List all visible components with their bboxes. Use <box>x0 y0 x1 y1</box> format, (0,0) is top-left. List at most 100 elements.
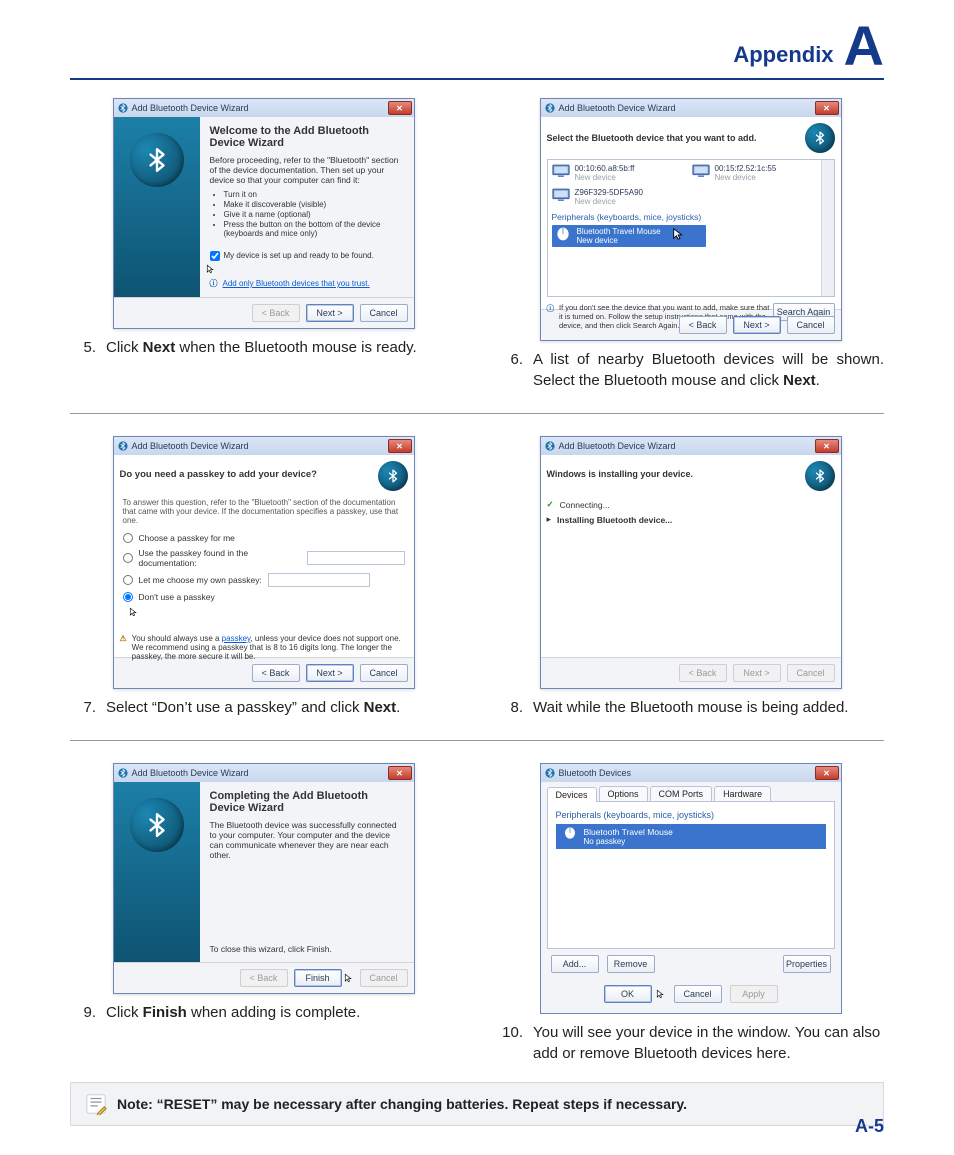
step-8: Add Bluetooth Device Wizard ✕ Windows is… <box>497 436 884 718</box>
apply-button: Apply <box>730 985 778 1003</box>
list-item: Give it a name (optional) <box>224 210 404 219</box>
back-button[interactable]: < Back <box>252 664 300 682</box>
titlebar: Add Bluetooth Device Wizard ✕ <box>114 437 414 455</box>
progress-label: Connecting... <box>560 500 610 510</box>
device-name: 00:10:60.a8:5b:ff <box>575 164 635 173</box>
step-caption: You will see your device in the window. … <box>533 1022 884 1064</box>
finish-button[interactable]: Finish <box>294 969 342 987</box>
step-number: 5. <box>70 337 96 358</box>
cancel-button[interactable]: Cancel <box>674 985 722 1003</box>
tab-devices[interactable]: Devices <box>547 787 597 802</box>
success-text: The Bluetooth device was successfully co… <box>210 820 404 860</box>
cancel-button[interactable]: Cancel <box>787 316 835 334</box>
cancel-button[interactable]: Cancel <box>360 304 408 322</box>
step-number: 10. <box>497 1022 523 1064</box>
device-item-selected[interactable]: Bluetooth Travel MouseNew device <box>552 225 706 247</box>
play-icon: ▸ <box>547 514 552 525</box>
list-item: Make it discoverable (visible) <box>224 200 404 209</box>
next-button[interactable]: Next > <box>306 664 354 682</box>
back-button: < Back <box>252 304 300 322</box>
note-box: Note: “RESET” may be necessary after cha… <box>70 1082 884 1126</box>
close-icon[interactable]: ✕ <box>388 766 412 780</box>
dialog-step10: Bluetooth Devices ✕ Devices Options COM … <box>540 763 842 1014</box>
next-button[interactable]: Next > <box>733 316 781 334</box>
bluetooth-icon <box>118 441 128 451</box>
cancel-button: Cancel <box>360 969 408 987</box>
ready-checkbox[interactable]: My device is set up and ready to be foun… <box>210 251 404 261</box>
passkey-input[interactable] <box>268 573 370 587</box>
bluetooth-icon <box>130 798 184 852</box>
close-icon[interactable]: ✕ <box>388 439 412 453</box>
tab-com-ports[interactable]: COM Ports <box>650 786 713 801</box>
device-item[interactable]: Z96F329-5DF5A90New device <box>552 188 662 206</box>
device-name: 00:15:f2.52:1c:55 <box>715 164 777 173</box>
titlebar: Add Bluetooth Device Wizard ✕ <box>114 99 414 117</box>
cancel-button[interactable]: Cancel <box>360 664 408 682</box>
info-icon: ⓘ <box>547 303 555 330</box>
device-item[interactable]: 00:15:f2.52:1c:55New device <box>692 164 802 182</box>
cancel-button: Cancel <box>787 664 835 682</box>
add-button[interactable]: Add... <box>551 955 599 973</box>
note-text: Note: “RESET” may be necessary after cha… <box>117 1096 687 1112</box>
next-button[interactable]: Next > <box>306 304 354 322</box>
step-number: 8. <box>497 697 523 718</box>
ok-button[interactable]: OK <box>604 985 652 1003</box>
radio-label: Choose a passkey for me <box>139 533 235 543</box>
help-text: To answer this question, refer to the "B… <box>123 498 405 525</box>
titlebar: Bluetooth Devices ✕ <box>541 764 841 782</box>
device-item[interactable]: 00:10:60.a8:5b:ffNew device <box>552 164 662 182</box>
checkbox[interactable] <box>210 251 220 261</box>
step-5: Add Bluetooth Device Wizard ✕ Welcome to… <box>70 98 457 391</box>
bluetooth-icon <box>118 103 128 113</box>
bluetooth-icon <box>118 768 128 778</box>
passkey-input[interactable] <box>307 551 405 565</box>
radio-no-passkey[interactable]: Don't use a passkey <box>123 592 405 602</box>
device-item-selected[interactable]: Bluetooth Travel Mouse No passkey <box>556 824 826 849</box>
divider <box>70 413 884 414</box>
radio-choose-for-me[interactable]: Choose a passkey for me <box>123 533 405 543</box>
info-link[interactable]: Add only Bluetooth devices that you trus… <box>223 279 370 288</box>
close-icon[interactable]: ✕ <box>388 101 412 115</box>
step-9: Add Bluetooth Device Wizard ✕ Completing… <box>70 763 457 1064</box>
bluetooth-icon <box>805 461 835 491</box>
radio-own-passkey[interactable]: Let me choose my own passkey: <box>123 573 405 587</box>
divider <box>70 740 884 741</box>
cursor-icon <box>656 989 666 999</box>
radio-label: Let me choose my own passkey: <box>139 575 262 585</box>
tab-hardware[interactable]: Hardware <box>714 786 771 801</box>
device-name: Bluetooth Travel Mouse <box>584 827 673 837</box>
remove-button[interactable]: Remove <box>607 955 655 973</box>
note-icon <box>85 1093 107 1115</box>
step-6: Add Bluetooth Device Wizard ✕ Select the… <box>497 98 884 391</box>
sidebar-graphic <box>114 782 200 962</box>
close-icon[interactable]: ✕ <box>815 101 839 115</box>
instruction-text: Select the Bluetooth device that you wan… <box>547 133 757 143</box>
back-button[interactable]: < Back <box>679 316 727 334</box>
titlebar: Add Bluetooth Device Wizard ✕ <box>541 99 841 117</box>
radio-use-doc-passkey[interactable]: Use the passkey found in the documentati… <box>123 548 405 568</box>
scrollbar[interactable] <box>821 160 834 296</box>
close-icon[interactable]: ✕ <box>815 439 839 453</box>
tabs: Devices Options COM Ports Hardware <box>547 786 841 801</box>
check-icon: ✓ <box>547 499 554 510</box>
bluetooth-icon <box>545 768 555 778</box>
step-10: Bluetooth Devices ✕ Devices Options COM … <box>497 763 884 1064</box>
properties-button[interactable]: Properties <box>783 955 831 973</box>
question-text: Do you need a passkey to add your device… <box>120 469 317 480</box>
window-title: Add Bluetooth Device Wizard <box>559 441 676 451</box>
progress-item: ▸Installing Bluetooth device... <box>547 514 835 525</box>
setup-list: Turn it on Make it discoverable (visible… <box>210 189 404 239</box>
device-status: New device <box>575 173 635 182</box>
window-title: Add Bluetooth Device Wizard <box>132 768 249 778</box>
tab-options[interactable]: Options <box>599 786 648 801</box>
mouse-icon <box>562 827 578 839</box>
close-icon[interactable]: ✕ <box>815 766 839 780</box>
dialog-heading: Completing the Add Bluetooth Device Wiza… <box>210 790 404 814</box>
radio-label: Don't use a passkey <box>139 592 215 602</box>
bluetooth-icon <box>130 133 184 187</box>
next-button: Next > <box>733 664 781 682</box>
step-caption: A list of nearby Bluetooth devices will … <box>533 349 884 391</box>
cursor-icon <box>206 264 216 274</box>
bluetooth-icon <box>545 103 555 113</box>
monitor-icon <box>552 164 570 178</box>
